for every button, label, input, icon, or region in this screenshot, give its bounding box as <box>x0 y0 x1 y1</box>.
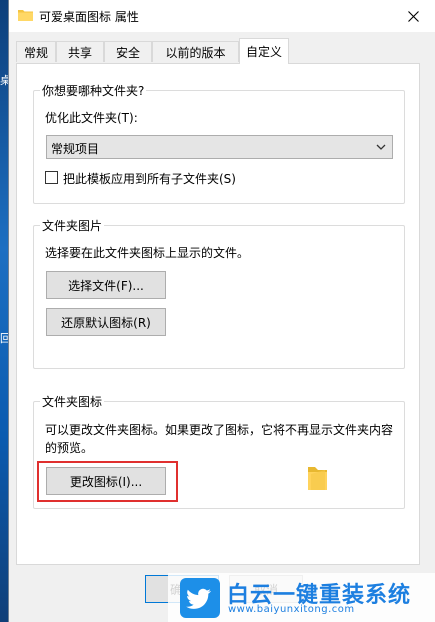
folder-picture-group: 文件夹图片 选择要在此文件夹图标上显示的文件。 选择文件(F)... 还原默认图… <box>33 217 405 369</box>
apply-subfolders-label[interactable]: 把此模板应用到所有子文件夹(S) <box>63 170 236 187</box>
optimize-dropdown[interactable]: 常规项目 <box>46 135 393 159</box>
restore-default-button[interactable]: 还原默认图标(R) <box>46 308 166 336</box>
folder-icon <box>18 9 33 21</box>
apply-subfolders-checkbox[interactable] <box>45 171 58 184</box>
close-button[interactable] <box>391 0 435 32</box>
title-bar[interactable]: 可爱桌面图标 属性 <box>9 0 435 32</box>
group-title: 文件夹图片 <box>40 217 105 234</box>
folder-icon-description-line2: 的预览。 <box>45 441 94 455</box>
folder-icon-group: 文件夹图标 可以更改文件夹图标。如果更改了图标，它将不再显示文件夹内容 的预览。… <box>33 393 405 509</box>
tab-security[interactable]: 安全 <box>104 41 152 62</box>
tab-previous-versions[interactable]: 以前的版本 <box>152 41 239 62</box>
dialog-body: 常规 共享 安全 以前的版本 自定义 你想要哪种文件夹? 优化此文件夹(T): … <box>9 32 435 622</box>
watermark: 白云一键重装系统 www.baiyunxitong.com <box>168 573 435 622</box>
choose-file-button[interactable]: 选择文件(F)... <box>46 271 166 299</box>
folder-preview-icon <box>306 465 328 494</box>
properties-dialog: 可爱桌面图标 属性 常规 共享 安全 以前的版本 自定义 你想要哪种文件夹? 优… <box>9 0 435 622</box>
folder-icon-description-line1: 可以更改文件夹图标。如果更改了图标，它将不再显示文件夹内容 <box>45 423 394 437</box>
tab-general[interactable]: 常规 <box>16 41 56 62</box>
window-title: 可爱桌面图标 属性 <box>39 10 139 24</box>
highlight-box <box>37 461 178 502</box>
group-title: 你想要哪种文件夹? <box>40 82 147 99</box>
group-title: 文件夹图标 <box>40 393 105 410</box>
tab-sharing[interactable]: 共享 <box>56 41 104 62</box>
watermark-url: www.baiyunxitong.com <box>228 604 355 615</box>
folder-picture-description: 选择要在此文件夹图标上显示的文件。 <box>45 246 250 260</box>
folder-type-group: 你想要哪种文件夹? 优化此文件夹(T): 常规项目 把此模板应用到所有子文件夹(… <box>33 82 405 204</box>
tab-customize[interactable]: 自定义 <box>239 38 289 64</box>
close-icon <box>407 10 419 22</box>
optimize-value: 常规项目 <box>51 142 100 156</box>
customize-panel: 你想要哪种文件夹? 优化此文件夹(T): 常规项目 把此模板应用到所有子文件夹(… <box>16 63 420 565</box>
chevron-down-icon <box>376 144 386 150</box>
optimize-label: 优化此文件夹(T): <box>45 111 138 125</box>
twitter-bird-logo-icon <box>180 578 220 621</box>
